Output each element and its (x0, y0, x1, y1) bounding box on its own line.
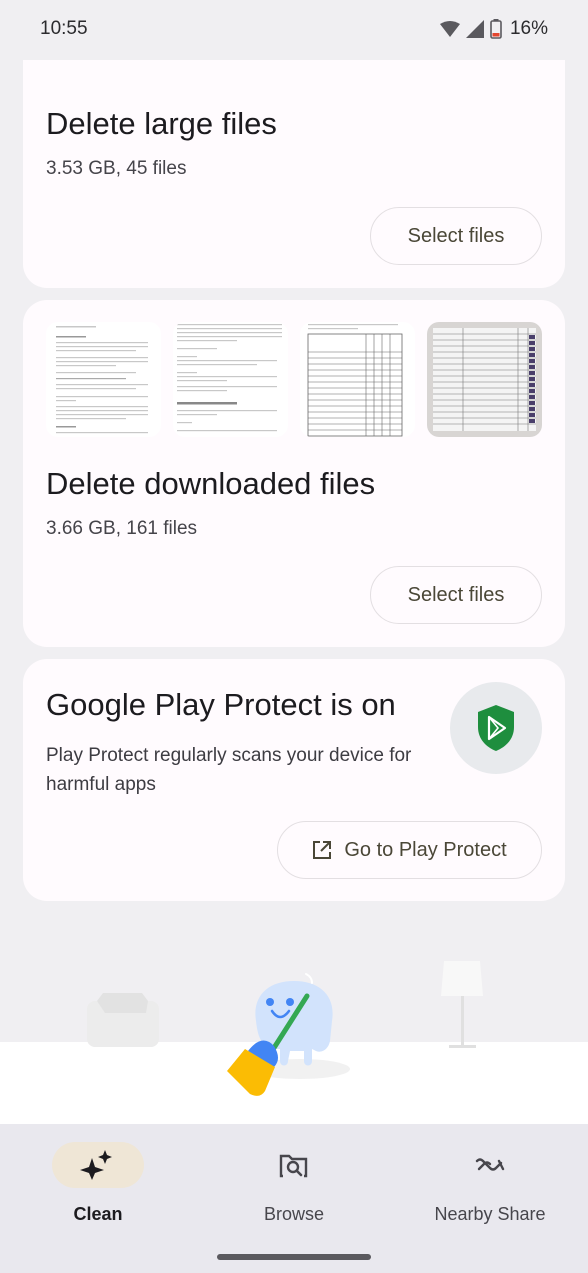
nav-browse-indicator (248, 1142, 340, 1188)
nav-browse-label: Browse (263, 1204, 325, 1224)
bottom-navigation: Clean Browse Nearby Share (0, 1124, 588, 1273)
lamp-illustration (441, 961, 483, 1048)
open-external-icon (313, 841, 332, 859)
go-to-play-protect-button[interactable]: Go to Play Protect (277, 821, 542, 879)
nav-nearby-share-label: Nearby Share (434, 1204, 546, 1224)
play-protect-shield-icon (478, 705, 514, 751)
nav-browse[interactable]: Browse (196, 1142, 392, 1225)
cleaning-illustration (0, 901, 588, 1126)
large-files-title: Delete large files (46, 106, 277, 141)
status-icons: 16% (439, 18, 548, 40)
nav-clean-label: Clean (73, 1204, 123, 1224)
play-protect-card: Google Play Protect is on Play Protect r… (23, 659, 565, 901)
cell-signal-icon (465, 20, 484, 38)
status-time: 10:55 (40, 18, 88, 39)
downloaded-files-title: Delete downloaded files (46, 466, 376, 501)
gesture-home-handle[interactable] (217, 1254, 371, 1260)
thumbnail-document-4[interactable] (427, 322, 542, 437)
status-bar: 10:55 16% (0, 0, 588, 60)
play-protect-title: Google Play Protect is on (46, 687, 396, 722)
downloaded-files-summary: 3.66 GB, 161 files (46, 518, 198, 539)
nav-clean-indicator (52, 1142, 144, 1188)
downloaded-files-select-button[interactable]: Select files (370, 566, 542, 624)
play-protect-badge (450, 682, 542, 774)
select-files-label: Select files (407, 224, 505, 247)
thumbnail-document-1[interactable] (46, 322, 161, 437)
battery-percent: 16% (509, 18, 548, 39)
nav-clean[interactable]: Clean (0, 1142, 196, 1225)
folder-search-icon (279, 1154, 308, 1178)
go-to-play-protect-label: Go to Play Protect (344, 838, 507, 861)
downloaded-files-card: Delete downloaded files 3.66 GB, 161 fil… (23, 300, 565, 647)
play-protect-description: Play Protect regularly scans your device… (46, 745, 412, 795)
select-files-label: Select files (407, 583, 505, 606)
battery-low-icon (490, 19, 502, 39)
sparkle-icon (80, 1150, 112, 1180)
large-files-card: Delete large files 3.53 GB, 45 files Sel… (23, 0, 565, 288)
couch-illustration (87, 993, 159, 1047)
nav-nearby-share-indicator (444, 1142, 536, 1188)
nav-nearby-share[interactable]: Nearby Share (392, 1142, 588, 1225)
large-files-select-button[interactable]: Select files (370, 207, 542, 265)
large-files-summary: 3.53 GB, 45 files (46, 158, 187, 179)
nearby-share-icon (475, 1158, 505, 1171)
wifi-icon (439, 21, 460, 37)
downloaded-files-thumbnails (46, 322, 542, 437)
thumbnail-document-3[interactable] (300, 322, 415, 437)
thumbnail-document-2[interactable] (173, 322, 288, 437)
